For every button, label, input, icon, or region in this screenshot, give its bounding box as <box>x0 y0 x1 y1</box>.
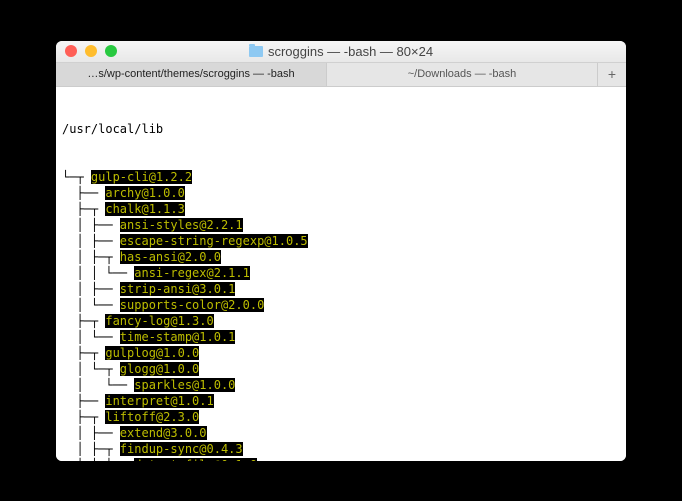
tree-prefix: ├── <box>62 186 105 200</box>
tree-prefix: │ │ ├── <box>62 458 134 461</box>
tree-prefix: ├── <box>62 394 105 408</box>
folder-icon <box>249 46 263 57</box>
tree-prefix: │ ├── <box>62 426 120 440</box>
tree-line: ├─┬ chalk@1.1.3 <box>62 201 620 217</box>
tree-prefix: │ ├── <box>62 234 120 248</box>
tree-prefix: │ ├─┬ <box>62 442 120 456</box>
package-name: ansi-regex@2.1.1 <box>134 266 250 280</box>
root-path: /usr/local/lib <box>62 121 620 137</box>
tree-line: │ ├── extend@3.0.0 <box>62 425 620 441</box>
tree-line: │ └── time-stamp@1.0.1 <box>62 329 620 345</box>
tree-line: ├── archy@1.0.0 <box>62 185 620 201</box>
package-name: escape-string-regexp@1.0.5 <box>120 234 308 248</box>
tree-line: │ ├─┬ findup-sync@0.4.3 <box>62 441 620 457</box>
tree-line: └─┬ gulp-cli@1.2.2 <box>62 169 620 185</box>
tab-label: ~/Downloads — -bash <box>408 68 517 80</box>
tree-prefix: │ ├─┬ <box>62 250 120 264</box>
tree-prefix: │ │ └── <box>62 266 134 280</box>
tree-line: │ │ └── ansi-regex@2.1.1 <box>62 265 620 281</box>
dependency-tree: └─┬ gulp-cli@1.2.2 ├── archy@1.0.0 ├─┬ c… <box>62 169 620 461</box>
window-title: scroggins — -bash — 80×24 <box>56 44 626 59</box>
tree-line: │ │ ├── detect-file@0.1.0 <box>62 457 620 461</box>
package-name: time-stamp@1.0.1 <box>120 330 236 344</box>
tree-prefix: ├─┬ <box>62 314 105 328</box>
package-name: archy@1.0.0 <box>105 186 184 200</box>
tree-line: │ ├── escape-string-regexp@1.0.5 <box>62 233 620 249</box>
package-name: fancy-log@1.3.0 <box>105 314 213 328</box>
tree-prefix: │ └── <box>62 298 120 312</box>
package-name: ansi-styles@2.2.1 <box>120 218 243 232</box>
tab-scroggins[interactable]: …s/wp-content/themes/scroggins — -bash <box>56 63 327 86</box>
package-name: gulp-cli@1.2.2 <box>91 170 192 184</box>
package-name: glogg@1.0.0 <box>120 362 199 376</box>
close-icon[interactable] <box>65 45 77 57</box>
add-tab-button[interactable]: + <box>598 63 626 86</box>
traffic-lights <box>56 45 117 57</box>
package-name: extend@3.0.0 <box>120 426 207 440</box>
tree-prefix: │ └── <box>62 378 134 392</box>
tree-prefix: │ └─┬ <box>62 362 120 376</box>
tree-line: │ ├─┬ has-ansi@2.0.0 <box>62 249 620 265</box>
terminal-window: scroggins — -bash — 80×24 …s/wp-content/… <box>56 41 626 461</box>
titlebar[interactable]: scroggins — -bash — 80×24 <box>56 41 626 63</box>
package-name: detect-file@0.1.0 <box>134 458 257 461</box>
tree-prefix: ├─┬ <box>62 202 105 216</box>
package-name: findup-sync@0.4.3 <box>120 442 243 456</box>
package-name: chalk@1.1.3 <box>105 202 184 216</box>
tab-bar: …s/wp-content/themes/scroggins — -bash ~… <box>56 63 626 87</box>
tree-line: ├─┬ liftoff@2.3.0 <box>62 409 620 425</box>
tree-prefix: │ ├── <box>62 282 120 296</box>
minimize-icon[interactable] <box>85 45 97 57</box>
package-name: gulplog@1.0.0 <box>105 346 199 360</box>
tree-line: │ └── sparkles@1.0.0 <box>62 377 620 393</box>
tree-line: │ ├── strip-ansi@3.0.1 <box>62 281 620 297</box>
terminal-content[interactable]: /usr/local/lib └─┬ gulp-cli@1.2.2 ├── ar… <box>56 87 626 461</box>
tree-line: │ └── supports-color@2.0.0 <box>62 297 620 313</box>
tree-prefix: ├─┬ <box>62 346 105 360</box>
package-name: interpret@1.0.1 <box>105 394 213 408</box>
zoom-icon[interactable] <box>105 45 117 57</box>
tree-line: │ └─┬ glogg@1.0.0 <box>62 361 620 377</box>
tree-prefix: └─┬ <box>62 170 91 184</box>
tree-prefix: │ └── <box>62 330 120 344</box>
package-name: supports-color@2.0.0 <box>120 298 265 312</box>
package-name: has-ansi@2.0.0 <box>120 250 221 264</box>
tree-line: │ ├── ansi-styles@2.2.1 <box>62 217 620 233</box>
package-name: strip-ansi@3.0.1 <box>120 282 236 296</box>
tree-prefix: ├─┬ <box>62 410 105 424</box>
tab-downloads[interactable]: ~/Downloads — -bash <box>327 63 598 86</box>
tree-line: ├─┬ gulplog@1.0.0 <box>62 345 620 361</box>
package-name: liftoff@2.3.0 <box>105 410 199 424</box>
package-name: sparkles@1.0.0 <box>134 378 235 392</box>
tree-line: ├─┬ fancy-log@1.3.0 <box>62 313 620 329</box>
window-title-text: scroggins — -bash — 80×24 <box>268 44 433 59</box>
tree-line: ├── interpret@1.0.1 <box>62 393 620 409</box>
tab-label: …s/wp-content/themes/scroggins — -bash <box>87 68 294 80</box>
tree-prefix: │ ├── <box>62 218 120 232</box>
